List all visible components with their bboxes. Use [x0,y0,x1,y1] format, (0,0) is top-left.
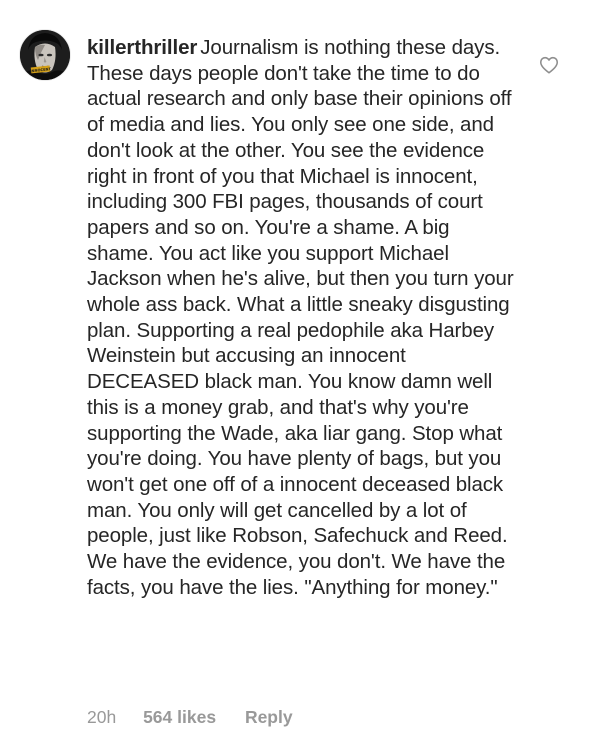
comment-text: Journalism is nothing these days. These … [87,36,514,599]
comment-body: killerthriller Journalism is nothing thes… [87,35,517,600]
comment-username[interactable]: killerthriller [87,36,197,59]
comment-timestamp[interactable]: 20h [87,707,116,727]
avatar[interactable]: INNOCENT [20,30,70,80]
comment-item: INNOCENT killerthriller Journalism is not… [0,0,590,741]
heart-outline-icon [539,56,559,74]
comment-likes-count[interactable]: 564 likes [143,707,216,727]
reply-button[interactable]: Reply [245,707,293,727]
like-button[interactable] [538,54,560,76]
avatar-image: INNOCENT [20,30,70,80]
comment-meta-row: 20h 564 likes Reply [87,706,293,728]
